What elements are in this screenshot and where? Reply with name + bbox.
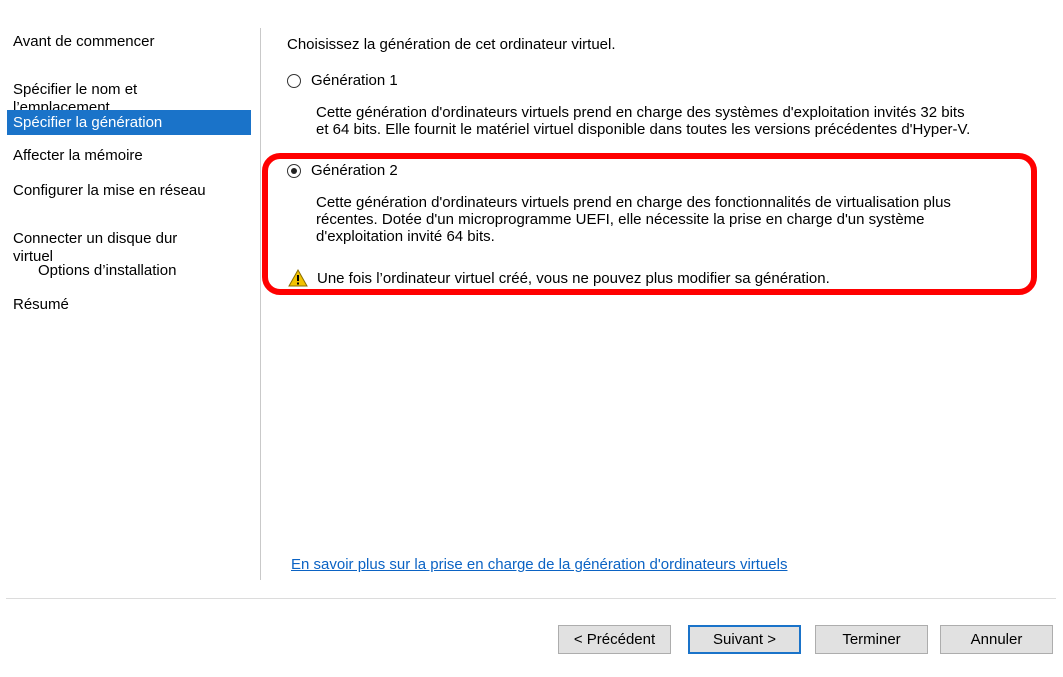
warning-text: Une fois l’ordinateur virtuel créé, vous… bbox=[317, 269, 830, 287]
radio-button-checked[interactable] bbox=[287, 163, 301, 178]
sidebar-divider bbox=[260, 28, 261, 580]
sidebar-item-label: Options d’installation bbox=[38, 262, 177, 279]
sidebar-item-resume[interactable]: Résumé bbox=[7, 296, 251, 314]
page-prompt: Choisissez la génération de cet ordinate… bbox=[287, 36, 616, 53]
sidebar-item-label: Configurer la mise en réseau bbox=[13, 182, 206, 199]
sidebar-item-disque-dur[interactable]: Connecter un disque dur virtuel bbox=[7, 212, 251, 266]
generation-warning: Une fois l’ordinateur virtuel créé, vous… bbox=[288, 269, 830, 287]
generation-2-radio-option[interactable]: Génération 2 bbox=[287, 162, 398, 179]
wizard-footer: < Précédent Suivant > Terminer Annuler bbox=[0, 598, 1063, 677]
generation-1-description: Cette génération d'ordinateurs virtuels … bbox=[316, 104, 971, 138]
radio-button-unchecked[interactable] bbox=[287, 73, 301, 88]
sidebar-item-options-installation[interactable]: Options d’installation bbox=[7, 262, 251, 280]
generation-1-label: Génération 1 bbox=[311, 72, 398, 89]
main-panel: Choisissez la génération de cet ordinate… bbox=[262, 0, 1063, 598]
sidebar-item-label: Spécifier la génération bbox=[13, 114, 163, 131]
finish-button[interactable]: Terminer bbox=[815, 625, 928, 654]
sidebar-item-nom-emplacement[interactable]: Spécifier le nom et l’emplacement bbox=[7, 63, 251, 117]
sidebar-item-label: Affecter la mémoire bbox=[13, 147, 143, 164]
next-button[interactable]: Suivant > bbox=[688, 625, 801, 654]
generation-2-description: Cette génération d'ordinateurs virtuels … bbox=[316, 194, 951, 245]
sidebar-item-memoire[interactable]: Affecter la mémoire bbox=[7, 147, 251, 165]
sidebar-item-reseau[interactable]: Configurer la mise en réseau bbox=[7, 182, 251, 200]
learn-more-link[interactable]: En savoir plus sur la prise en charge de… bbox=[291, 556, 787, 573]
warning-triangle-icon bbox=[288, 269, 308, 287]
generation-2-label: Génération 2 bbox=[311, 162, 398, 179]
sidebar-item-label: Avant de commencer bbox=[13, 33, 155, 50]
wizard-steps-sidebar: Avant de commencer Spécifier le nom et l… bbox=[0, 0, 258, 598]
generation-1-radio-option[interactable]: Génération 1 bbox=[287, 72, 398, 89]
sidebar-item-generation[interactable]: Spécifier la génération bbox=[7, 110, 251, 135]
wizard-window: Avant de commencer Spécifier le nom et l… bbox=[0, 0, 1063, 677]
sidebar-item-label: Résumé bbox=[13, 296, 69, 313]
sidebar-item-label: Connecter un disque dur virtuel bbox=[13, 230, 178, 265]
footer-divider bbox=[6, 598, 1056, 599]
previous-button[interactable]: < Précédent bbox=[558, 625, 671, 654]
sidebar-item-avant-de-commencer[interactable]: Avant de commencer bbox=[7, 33, 251, 51]
cancel-button[interactable]: Annuler bbox=[940, 625, 1053, 654]
